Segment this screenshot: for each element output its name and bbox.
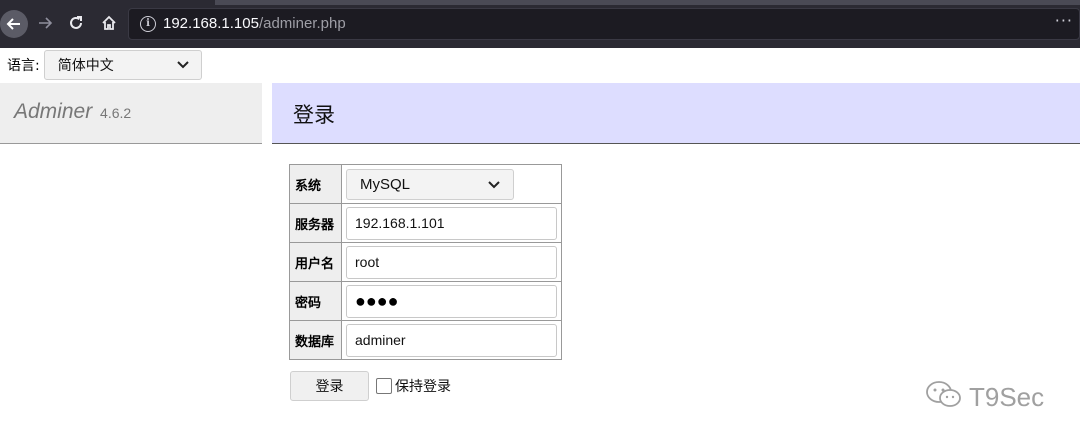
form-row-database: 数据库 adminer	[289, 320, 562, 360]
server-label: 服务器	[289, 203, 342, 243]
login-button[interactable]: 登录	[290, 371, 369, 401]
language-selected-value: 简体中文	[57, 58, 114, 74]
password-cell: ●●●●	[341, 281, 562, 321]
form-row-password: 密码 ●●●●	[289, 281, 562, 321]
form-row-server: 服务器 192.168.1.101	[289, 203, 562, 243]
url-host: 192.168.1.105	[163, 15, 259, 32]
site-info-icon[interactable]: i	[140, 16, 156, 32]
chevron-down-icon	[488, 176, 500, 193]
sidebar-header: Adminer 4.6.2	[0, 83, 262, 144]
system-selected-value: MySQL	[360, 175, 411, 193]
password-input[interactable]: ●●●●	[346, 284, 557, 318]
password-label: 密码	[289, 281, 342, 321]
login-form: 系统 MySQL 服务器 192.168.1.101 用户名 root 密码 ●…	[289, 164, 562, 360]
version-label: 4.6.2	[100, 105, 132, 121]
server-cell: 192.168.1.101	[341, 203, 562, 243]
forward-arrow-icon[interactable]	[30, 8, 60, 38]
system-label: 系统	[289, 164, 342, 204]
username-cell: root	[341, 242, 562, 282]
remember-label: 保持登录	[395, 379, 451, 395]
url-path: /adminer.php	[258, 15, 346, 32]
page-header: 登录	[272, 83, 1080, 144]
reload-icon[interactable]	[61, 8, 91, 38]
database-label: 数据库	[289, 320, 342, 360]
browser-toolbar: i 192.168.1.105/adminer.php ···	[0, 0, 1080, 48]
page-actions-icon[interactable]: ···	[1055, 11, 1073, 30]
language-select[interactable]: 简体中文	[43, 50, 202, 80]
password-mask: ●●●●	[355, 290, 399, 311]
home-icon[interactable]	[94, 8, 124, 38]
system-cell: MySQL	[341, 164, 562, 204]
wechat-icon	[925, 380, 963, 414]
watermark-text: T9Sec	[969, 381, 1045, 412]
url-text: 192.168.1.105/adminer.php	[163, 15, 346, 32]
address-bar[interactable]: i 192.168.1.105/adminer.php ···	[128, 8, 1080, 40]
username-input[interactable]: root	[346, 245, 557, 279]
page-title: 登录	[293, 103, 335, 127]
database-input[interactable]: adminer	[346, 323, 557, 357]
form-row-system: 系统 MySQL	[289, 164, 562, 204]
system-select[interactable]: MySQL	[346, 168, 514, 200]
language-label: 语言:	[7, 58, 40, 74]
server-input[interactable]: 192.168.1.101	[346, 206, 557, 240]
brand-name: Adminer	[14, 100, 93, 123]
adminer-logo[interactable]: Adminer 4.6.2	[14, 100, 131, 124]
database-cell: adminer	[341, 320, 562, 360]
username-label: 用户名	[289, 242, 342, 282]
watermark: T9Sec	[925, 380, 1044, 414]
remember-login[interactable]: 保持登录	[376, 376, 451, 396]
tab-strip-edge	[215, 0, 1080, 5]
form-row-username: 用户名 root	[289, 242, 562, 282]
chevron-down-icon	[177, 57, 189, 73]
back-arrow-icon[interactable]	[0, 10, 28, 38]
language-row: 语言: 简体中文	[7, 50, 202, 80]
remember-checkbox[interactable]	[376, 378, 392, 394]
